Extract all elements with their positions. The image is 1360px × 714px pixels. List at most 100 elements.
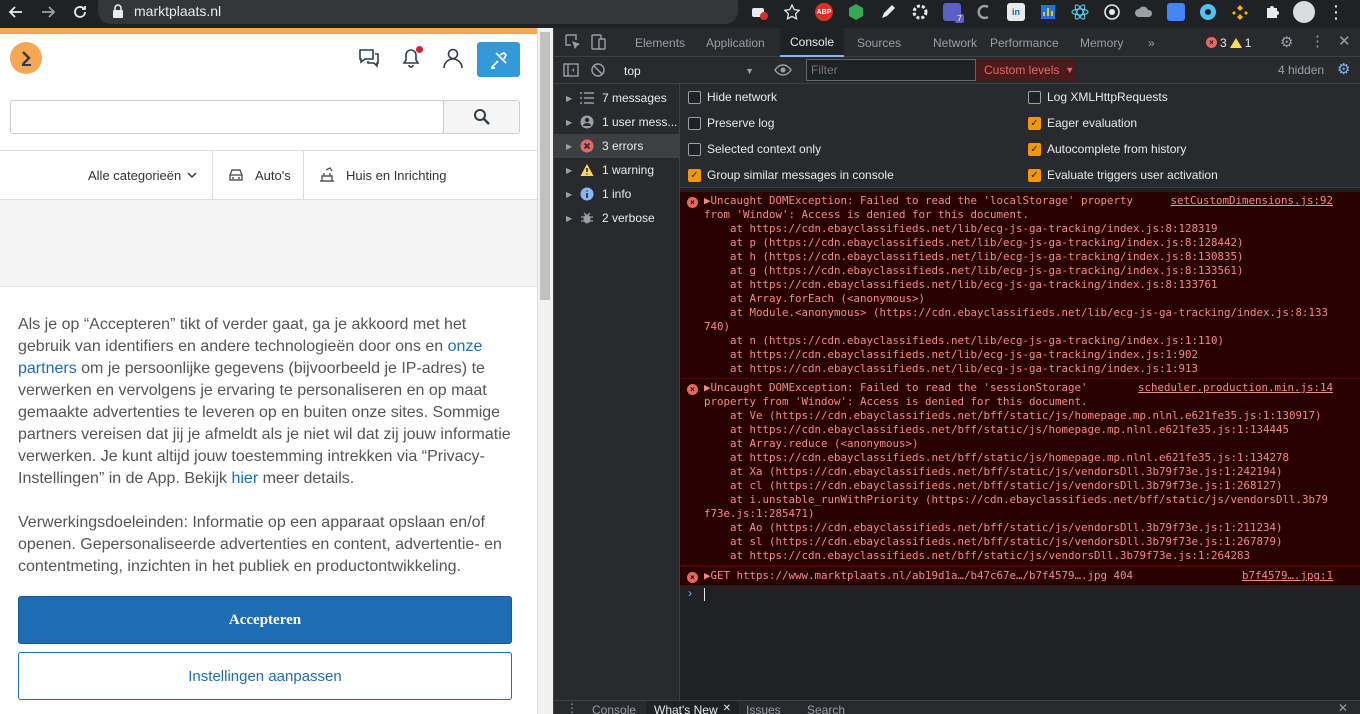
close-icon[interactable]: ✕ xyxy=(1338,32,1351,50)
back-icon[interactable] xyxy=(4,0,28,24)
hexagon-extension-icon[interactable] xyxy=(840,0,872,24)
log-levels-select[interactable]: Custom levels ▼ xyxy=(976,59,1076,81)
pen-extension-icon[interactable] xyxy=(872,0,904,24)
drawer-tab-console[interactable]: Console xyxy=(592,701,636,714)
search-input[interactable] xyxy=(10,100,444,134)
drawer-tab-whats-new[interactable]: What's New ✕ xyxy=(646,701,740,714)
error-source-link[interactable]: setCustomDimensions.js:92 xyxy=(1170,194,1333,207)
c-extension-icon[interactable] xyxy=(968,0,1000,24)
sidebar-item-info[interactable]: ▶ 1 info xyxy=(554,182,680,206)
checkbox[interactable] xyxy=(688,116,701,130)
forward-icon[interactable] xyxy=(36,0,60,24)
tab-elements[interactable]: Elements xyxy=(625,28,695,57)
extension-icons: ABP 7 in ⋮ xyxy=(744,0,1352,24)
checkbox-checked[interactable]: ✓ xyxy=(1028,142,1041,156)
caret-down-icon: ▼ xyxy=(1065,65,1075,75)
cloud-extension-icon[interactable] xyxy=(1128,0,1160,24)
place-ad-button[interactable] xyxy=(477,42,520,77)
error-source-link[interactable]: scheduler.production.min.js:14 xyxy=(1138,381,1333,394)
console-error-message[interactable]: × ▶Uncaught DOMException: Failed to read … xyxy=(680,191,1360,379)
messages-icon[interactable] xyxy=(355,42,383,74)
reload-icon[interactable] xyxy=(68,0,92,24)
console-error-message[interactable]: × ▶Uncaught DOMException: Failed to read … xyxy=(680,378,1360,566)
device-toolbar-icon[interactable] xyxy=(589,33,607,51)
marktplaats-logo[interactable] xyxy=(10,42,42,74)
drawer-tab-search[interactable]: Search xyxy=(807,701,845,714)
more-tabs-button[interactable]: » xyxy=(1138,28,1165,57)
address-bar[interactable]: marktplaats.nl xyxy=(98,0,738,24)
tab-application[interactable]: Application xyxy=(696,28,775,57)
tab-memory[interactable]: Memory xyxy=(1070,28,1133,57)
close-drawer-icon[interactable]: ✕ xyxy=(1338,701,1348,714)
drawer-menu-icon[interactable]: ⋮ xyxy=(566,701,578,714)
more-vert-icon[interactable]: ⋮ xyxy=(1310,32,1325,50)
tab-performance[interactable]: Performance xyxy=(980,28,1069,57)
autocomplete-history-setting[interactable]: ✓ Autocomplete from history xyxy=(1028,136,1186,162)
stack-frame: f73e.js:1:285471) xyxy=(704,507,815,520)
checkbox[interactable] xyxy=(688,90,701,104)
puzzle-extensions-icon[interactable] xyxy=(1256,0,1288,24)
tab-network[interactable]: Network xyxy=(923,28,987,57)
binance-extension-icon[interactable] xyxy=(1224,0,1256,24)
adblock-icon[interactable]: ABP xyxy=(808,0,840,24)
circle-extension-icon[interactable] xyxy=(1192,0,1224,24)
checkbox-checked[interactable]: ✓ xyxy=(688,168,701,182)
preserve-log-setting[interactable]: Preserve log xyxy=(688,110,774,136)
group-similar-setting[interactable]: ✓ Group similar messages in console xyxy=(688,162,894,188)
search-button[interactable] xyxy=(443,100,520,134)
console-error-message[interactable]: × ▶GET https://www.marktplaats.nl/ab19d1a… xyxy=(680,566,1360,586)
category-cars[interactable]: Auto's xyxy=(212,151,291,199)
selected-context-setting[interactable]: Selected context only xyxy=(688,136,821,162)
checkbox[interactable] xyxy=(688,142,701,156)
checkbox-checked[interactable]: ✓ xyxy=(1028,116,1041,130)
category-all[interactable]: Alle categorieën xyxy=(88,151,197,199)
close-icon[interactable]: ✕ xyxy=(723,703,731,714)
eager-evaluation-setting[interactable]: ✓ Eager evaluation xyxy=(1028,110,1137,136)
sidebar-item-verbose[interactable]: ▶ 2 verbose xyxy=(554,206,680,230)
error-summary[interactable]: ▶Uncaught DOMException: Failed to read t… xyxy=(704,194,1133,207)
details-link[interactable]: hier xyxy=(231,470,258,487)
adjust-settings-button[interactable]: Instellingen aanpassen xyxy=(18,652,512,700)
gear-extension-icon[interactable] xyxy=(904,0,936,24)
target-extension-icon[interactable] xyxy=(1096,0,1128,24)
window-extension-icon[interactable] xyxy=(1160,0,1192,24)
checkbox[interactable] xyxy=(1028,90,1041,104)
log-xhr-setting[interactable]: Log XMLHttpRequests xyxy=(1028,84,1168,110)
sidebar-item-messages[interactable]: ▶ 7 messages xyxy=(554,86,680,110)
sidebar-toggle-icon[interactable] xyxy=(562,61,580,79)
bookmark-star-icon[interactable] xyxy=(776,0,808,24)
inspect-element-icon[interactable] xyxy=(564,33,582,51)
hide-network-setting[interactable]: Hide network xyxy=(688,84,777,110)
tab-sources[interactable]: Sources xyxy=(847,28,911,57)
sidebar-item-errors[interactable]: ▶ 3 errors xyxy=(554,134,680,158)
eye-icon[interactable] xyxy=(774,61,792,79)
issue-counter[interactable]: × 3 1 xyxy=(1206,28,1251,57)
error-source-link[interactable]: b7f4579….jpg:1 xyxy=(1242,569,1333,582)
filter-input[interactable] xyxy=(806,59,976,81)
error-summary[interactable]: ▶Uncaught DOMException: Failed to read t… xyxy=(704,381,1088,394)
sidebar-item-user-messages[interactable]: ▶ 1 user mess... xyxy=(554,110,680,134)
sidebar-item-warnings[interactable]: ▶ 1 warning xyxy=(554,158,680,182)
context-select[interactable]: top ▼ xyxy=(624,61,754,80)
user-icon[interactable] xyxy=(439,42,467,74)
error-summary[interactable]: ▶GET https://www.marktplaats.nl/ab19d1a…… xyxy=(704,569,1133,582)
console-settings-gear-icon[interactable]: ⚙ xyxy=(1337,60,1350,78)
linkedin-extension-icon[interactable]: in xyxy=(1000,0,1032,24)
chart-extension-icon[interactable] xyxy=(1032,0,1064,24)
gear-icon[interactable]: ⚙ xyxy=(1280,33,1293,51)
console-prompt[interactable]: › xyxy=(680,586,1360,604)
bell-icon[interactable] xyxy=(397,42,425,74)
checkbox-checked[interactable]: ✓ xyxy=(1028,168,1041,182)
badge-extension-icon[interactable]: 7 xyxy=(936,0,968,24)
drawer-tab-issues[interactable]: Issues xyxy=(746,701,781,714)
tab-console[interactable]: Console xyxy=(780,28,845,57)
evaluate-triggers-setting[interactable]: ✓ Evaluate triggers user activation xyxy=(1028,162,1218,188)
accept-button[interactable]: Accepteren xyxy=(18,596,512,644)
page-scrollbar-thumb[interactable] xyxy=(540,32,550,300)
browser-menu-icon[interactable]: ⋮ xyxy=(1320,0,1352,24)
clear-console-icon[interactable] xyxy=(589,61,607,79)
profile-avatar[interactable] xyxy=(1288,0,1320,24)
react-extension-icon[interactable] xyxy=(1064,0,1096,24)
camera-blocked-icon[interactable] xyxy=(744,0,776,24)
category-home[interactable]: Huis en Inrichting xyxy=(303,151,446,199)
